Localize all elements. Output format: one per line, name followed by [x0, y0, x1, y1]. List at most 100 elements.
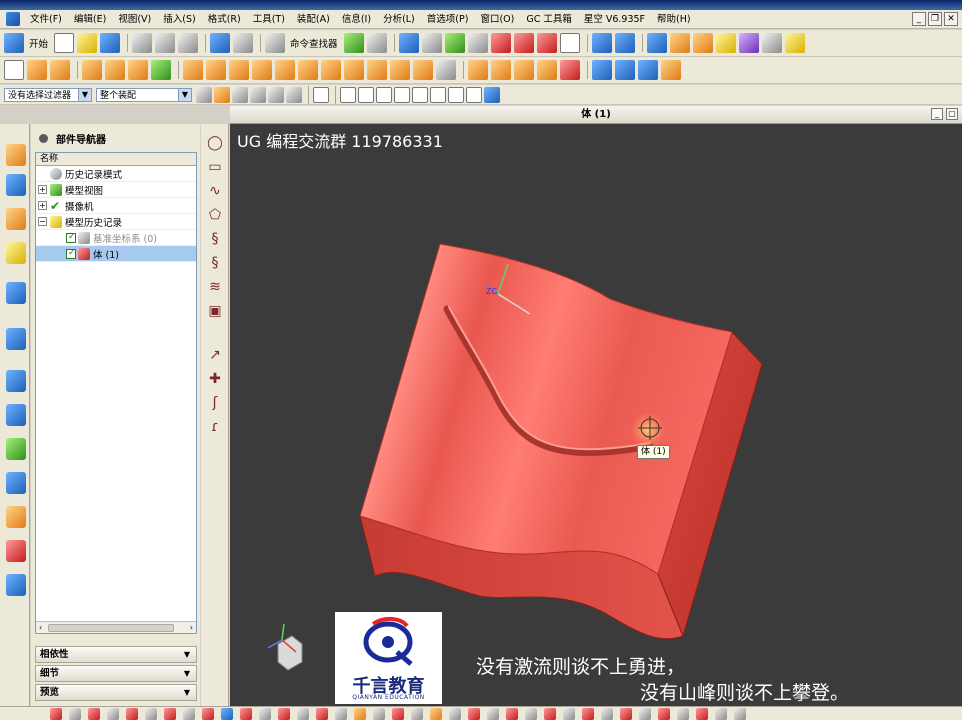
surface-studio-icon[interactable] — [638, 60, 658, 80]
surface-offset-icon[interactable] — [661, 60, 681, 80]
toolbar-icon[interactable] — [297, 707, 309, 720]
close-icon[interactable]: ✕ — [944, 12, 958, 26]
select-edge-icon[interactable] — [268, 86, 284, 103]
extend-curve-icon[interactable]: ɾ — [206, 418, 224, 436]
select-options-icon[interactable] — [366, 33, 387, 53]
toolbar-icon[interactable] — [411, 707, 423, 720]
toolbar-icon[interactable] — [601, 707, 613, 720]
partial-shade-icon[interactable] — [467, 33, 488, 53]
section-dependencies[interactable]: 相依性 ▼ — [35, 646, 197, 663]
pattern-icon[interactable] — [436, 60, 456, 80]
section-cube-icon[interactable] — [536, 33, 557, 53]
chamfer-icon[interactable] — [229, 60, 249, 80]
datum-plane-icon[interactable] — [82, 60, 102, 80]
toolbar-icon[interactable] — [335, 707, 347, 720]
command-finder-button[interactable]: 命令查找器 — [290, 36, 338, 50]
tree-item-model-views[interactable]: + 模型视图 — [36, 182, 196, 198]
menu-window[interactable]: 窗口(O) — [474, 10, 520, 29]
toolbar-icon[interactable] — [354, 707, 366, 720]
menu-file[interactable]: 文件(F) — [24, 10, 68, 29]
toolbar-icon[interactable] — [487, 707, 499, 720]
search-icon[interactable] — [734, 707, 746, 720]
render-style-icon[interactable] — [343, 33, 364, 53]
trim-body-icon[interactable] — [298, 60, 318, 80]
part-navigator-icon[interactable] — [6, 144, 26, 166]
layer-settings-icon[interactable] — [646, 33, 667, 53]
extract-curve-icon[interactable]: ▣ — [206, 302, 224, 320]
circle-arc-icon[interactable]: ◯ — [206, 134, 224, 152]
chevron-down-icon[interactable]: ▼ — [181, 648, 193, 661]
toolbar-icon[interactable] — [240, 707, 252, 720]
sync-replace-icon[interactable] — [537, 60, 557, 80]
roles-icon[interactable] — [6, 472, 26, 494]
sync-move-face-icon[interactable] — [468, 60, 488, 80]
save-icon[interactable] — [100, 33, 121, 53]
templates-icon[interactable] — [6, 540, 26, 562]
palettes-icon[interactable] — [6, 438, 26, 460]
tree-item-cameras[interactable]: + ✔ 摄像机 — [36, 198, 196, 214]
assembly-navigator-icon[interactable] — [6, 174, 26, 196]
toolbar-icon[interactable] — [202, 707, 214, 720]
move-object-icon[interactable] — [738, 33, 759, 53]
restore-icon[interactable]: ❐ — [928, 12, 942, 26]
menu-format[interactable]: 格式(R) — [202, 10, 247, 29]
revolve-icon[interactable] — [50, 60, 70, 80]
view-direction-icon[interactable] — [614, 33, 635, 53]
extrude-icon[interactable] — [27, 60, 47, 80]
wcs-icon[interactable] — [669, 33, 690, 53]
analysis-icon[interactable] — [784, 33, 805, 53]
toolbar-icon[interactable] — [107, 707, 119, 720]
system-materials-icon[interactable] — [6, 404, 26, 426]
toolbar-icon[interactable] — [183, 707, 195, 720]
expand-icon[interactable]: + — [38, 201, 47, 210]
open-folder-icon[interactable] — [77, 33, 98, 53]
project-curve-icon[interactable]: § — [206, 254, 224, 272]
menu-information[interactable]: 信息(I) — [336, 10, 377, 29]
measure-distance-icon[interactable] — [761, 33, 782, 53]
process-studio-icon[interactable] — [6, 328, 26, 350]
toolbar-icon[interactable] — [221, 707, 233, 720]
scroll-thumb[interactable] — [48, 623, 174, 632]
menu-gc-toolbox[interactable]: GC 工具箱 — [520, 10, 578, 29]
web-browser-icon[interactable] — [6, 282, 26, 304]
toolbar-icon[interactable] — [278, 707, 290, 720]
toolbar-icon[interactable] — [677, 707, 689, 720]
maximize-icon[interactable]: ▢ — [946, 108, 958, 120]
tree-item-datum-csys[interactable]: 基准坐标系 (0) — [36, 230, 196, 246]
snap-center-icon[interactable] — [412, 86, 428, 103]
view-triad[interactable] — [267, 623, 303, 671]
toolbar-icon[interactable] — [259, 707, 271, 720]
sync-delete-face-icon[interactable] — [560, 60, 580, 80]
toolbar-icon[interactable] — [126, 707, 138, 720]
toolbar-icon[interactable] — [430, 707, 442, 720]
minimize-icon[interactable]: _ — [931, 108, 943, 120]
pin-icon[interactable] — [39, 133, 48, 143]
unite-icon[interactable] — [183, 60, 203, 80]
toolbar-icon[interactable] — [468, 707, 480, 720]
visibility-checkbox[interactable] — [66, 232, 76, 243]
type-filter-dropdown[interactable]: 没有选择过滤器 ▼ — [4, 87, 92, 102]
divide-curve-icon[interactable]: ✚ — [206, 370, 224, 388]
toolbar-icon[interactable] — [544, 707, 556, 720]
menu-analysis[interactable]: 分析(L) — [377, 10, 421, 29]
chevron-down-icon[interactable]: ▼ — [181, 667, 193, 680]
fit-view-icon[interactable] — [398, 33, 419, 53]
split-body-icon[interactable] — [321, 60, 341, 80]
snap-midpoint-icon[interactable] — [358, 86, 374, 103]
snap-on-face-icon[interactable] — [484, 86, 500, 103]
sweep-icon[interactable] — [390, 60, 410, 80]
history-icon[interactable] — [6, 370, 26, 392]
sync-offset-icon[interactable] — [514, 60, 534, 80]
nx-app-icon[interactable] — [6, 12, 20, 26]
toolbar-icon[interactable] — [316, 707, 328, 720]
sketch-icon[interactable] — [4, 60, 24, 80]
visibility-checkbox[interactable] — [66, 248, 76, 259]
rotate-view-icon[interactable] — [421, 33, 442, 53]
toolbar-icon[interactable] — [373, 707, 385, 720]
menu-tools[interactable]: 工具(T) — [247, 10, 291, 29]
shell-icon[interactable] — [252, 60, 272, 80]
toolbar-icon[interactable] — [392, 707, 404, 720]
chevron-down-icon[interactable]: ▼ — [181, 686, 193, 699]
reuse-library-icon[interactable] — [6, 242, 26, 264]
toolbar-icon[interactable] — [563, 707, 575, 720]
